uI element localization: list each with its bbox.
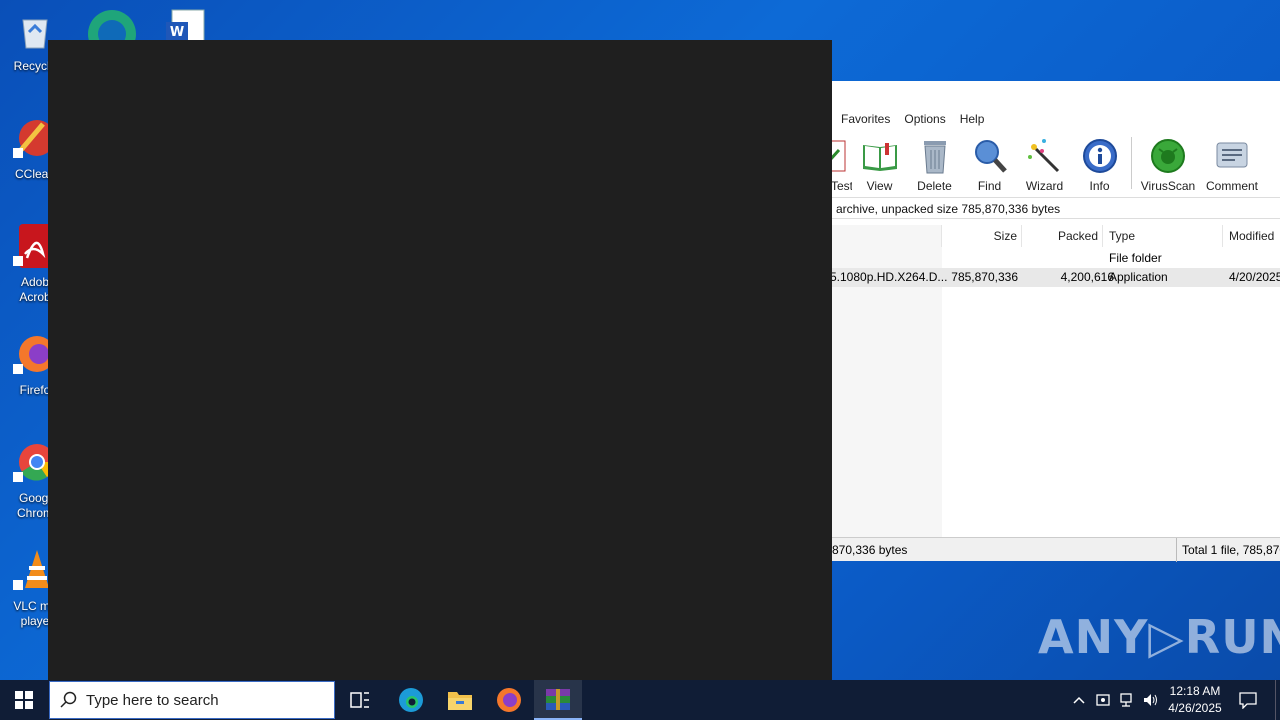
taskbar: Type here to search 12:18 AM 4/26/2025 <box>0 680 1280 720</box>
view-book-icon <box>862 143 897 171</box>
winrar-icon <box>546 689 570 710</box>
column-header-modified[interactable]: Modified <box>1223 225 1280 247</box>
search-icon <box>60 691 77 708</box>
info-button[interactable]: Info <box>1072 133 1127 193</box>
dark-window[interactable] <box>48 40 832 680</box>
network-icon <box>1120 693 1132 707</box>
wizard-button[interactable]: Wizard <box>1017 133 1072 193</box>
toolbar: Test View Delete Find Wizard Info VirusS… <box>832 133 1280 193</box>
show-desktop-button[interactable] <box>1275 680 1276 720</box>
menu-help[interactable]: Help <box>953 109 992 131</box>
menu-favorites[interactable]: Favorites <box>832 109 897 131</box>
delete-button[interactable]: Delete <box>907 133 962 193</box>
firefox-icon <box>497 688 521 712</box>
tray-network[interactable] <box>1116 680 1138 720</box>
wizard-label: Wizard <box>1025 179 1064 193</box>
row-size: 785,870,336 <box>951 270 1018 284</box>
taskbar-edge[interactable] <box>387 680 435 720</box>
toolbar-separator <box>1131 137 1132 189</box>
column-header-name[interactable] <box>832 225 942 247</box>
test-icon <box>832 140 846 172</box>
anyrun-watermark: ANY▷RUN <box>1038 610 1280 664</box>
row-packed: 4,200,616 <box>1060 270 1114 284</box>
start-button[interactable] <box>0 680 48 720</box>
column-header-type[interactable]: Type <box>1103 225 1223 247</box>
find-label: Find <box>977 179 1002 193</box>
taskbar-search[interactable]: Type here to search <box>49 681 335 719</box>
windows-logo-icon <box>15 691 33 709</box>
find-button[interactable]: Find <box>962 133 1017 193</box>
taskbar-firefox[interactable] <box>485 680 533 720</box>
file-list[interactable]: Size Packed Type Modified File folder 5.… <box>830 225 1280 537</box>
search-placeholder: Type here to search <box>86 691 219 709</box>
folder-icon <box>448 692 472 710</box>
delete-label: Delete <box>917 179 952 193</box>
comment-icon <box>1216 142 1248 168</box>
action-center-button[interactable] <box>1234 680 1262 720</box>
chevron-up-icon <box>1073 696 1085 704</box>
device-icon <box>1096 694 1110 706</box>
virus-scan-icon <box>1151 139 1185 173</box>
menu-options[interactable]: Options <box>897 109 952 131</box>
edge-icon <box>399 688 423 712</box>
virusscan-button[interactable]: VirusScan <box>1136 133 1200 193</box>
taskbar-winrar[interactable] <box>534 680 582 720</box>
list-row-file[interactable]: 5.1080p.HD.X264.D... 785,870,336 4,200,6… <box>830 268 1280 287</box>
speaker-icon <box>1144 694 1157 706</box>
winrar-window: Favorites Options Help Test View Delete … <box>830 81 1280 562</box>
magic-wand-icon <box>1027 139 1059 173</box>
taskbar-file-explorer[interactable] <box>436 680 484 720</box>
list-row-parent-folder[interactable]: File folder <box>832 249 1280 268</box>
column-header-size[interactable]: Size <box>942 225 1022 247</box>
row-type: Application <box>1109 270 1168 284</box>
clock-date: 4/26/2025 <box>1168 701 1222 715</box>
comment-label: Comment <box>1205 179 1258 193</box>
menu-bar: Favorites Options Help <box>832 109 1280 131</box>
trash-icon <box>923 141 946 174</box>
status-total: Total 1 file, 785,870 <box>1182 543 1280 557</box>
column-header-packed[interactable]: Packed <box>1022 225 1103 247</box>
task-view-icon <box>350 692 369 708</box>
test-label: Test <box>832 179 852 193</box>
archive-info-bar: archive, unpacked size 785,870,336 bytes <box>832 197 1280 219</box>
status-bar: 870,336 bytes Total 1 file, 785,870 <box>832 537 1280 562</box>
tray-network-adapter[interactable] <box>1092 680 1114 720</box>
view-button[interactable]: View <box>852 133 907 193</box>
row-modified: 4/20/2025 <box>1229 270 1280 284</box>
info-icon <box>1082 139 1117 173</box>
comment-button[interactable]: Comment <box>1200 133 1264 193</box>
magnifier-icon <box>974 140 1007 173</box>
show-hidden-icons[interactable] <box>1068 680 1090 720</box>
tray-volume[interactable] <box>1140 680 1162 720</box>
taskbar-clock[interactable]: 12:18 AM 4/26/2025 <box>1160 683 1230 717</box>
info-label: Info <box>1089 179 1110 193</box>
row-type: File folder <box>1109 251 1162 265</box>
svg-text:W: W <box>170 25 184 40</box>
view-label: View <box>866 179 893 193</box>
notification-icon <box>1239 692 1257 709</box>
test-button[interactable]: Test <box>832 133 852 193</box>
row-name: 5.1080p.HD.X264.D... <box>830 270 948 284</box>
task-view-button[interactable] <box>336 680 384 720</box>
virusscan-label: VirusScan <box>1140 179 1196 193</box>
clock-time: 12:18 AM <box>1169 684 1221 698</box>
status-divider <box>1176 538 1177 562</box>
status-selected: 870,336 bytes <box>832 543 908 557</box>
